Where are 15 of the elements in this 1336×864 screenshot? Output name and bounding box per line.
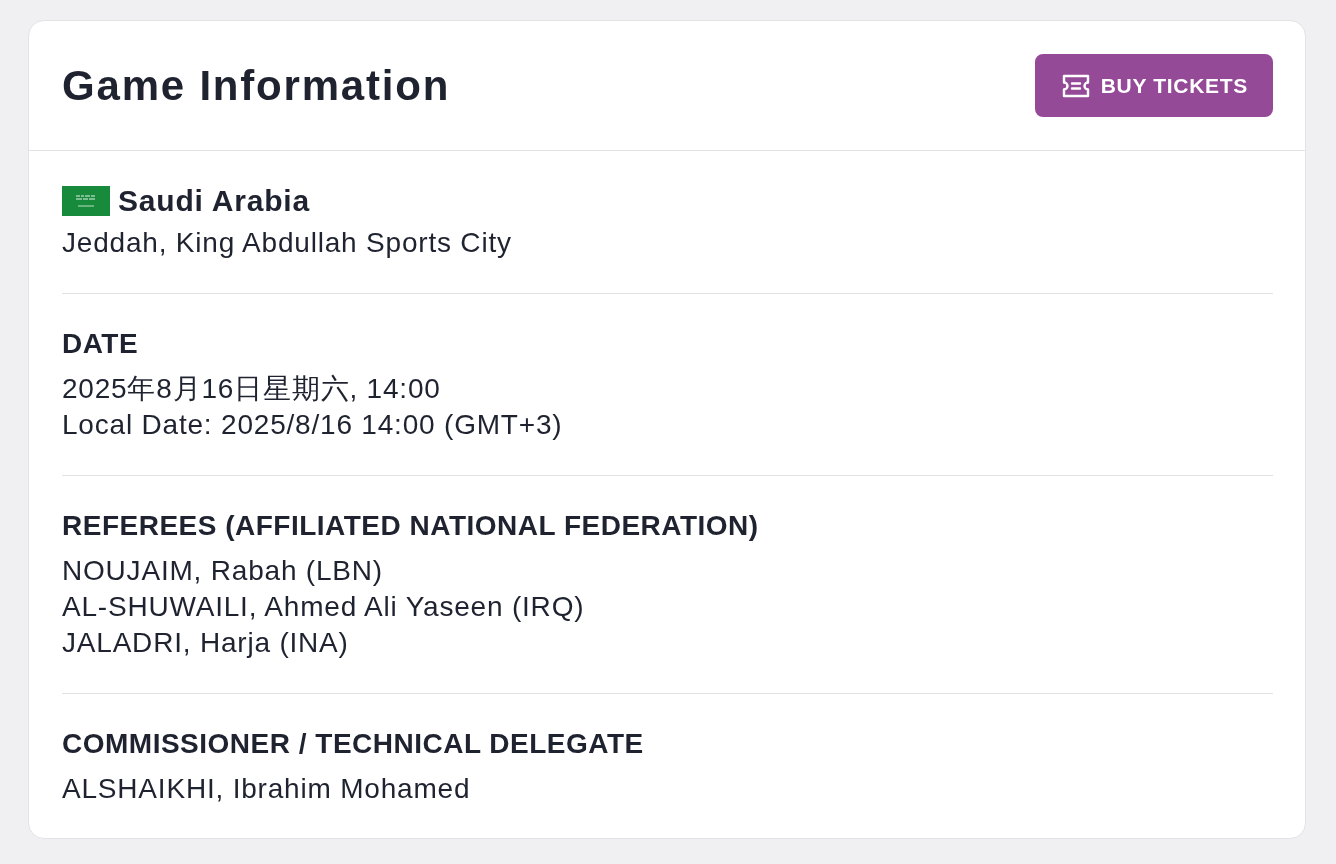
- buy-tickets-button[interactable]: BUY TICKETS: [1034, 54, 1273, 117]
- card-title: Game Information: [62, 61, 451, 110]
- section-heading: REFEREES (AFFILIATED NATIONAL FEDERATION): [62, 509, 760, 543]
- info-line: NOUJAIM, Rabah (LBN): [62, 554, 384, 588]
- info-line: 2025年8月16日星期六, 14:00: [62, 372, 442, 406]
- flag-icon: [62, 186, 110, 216]
- section-heading: DATE: [62, 327, 140, 361]
- country-name: Saudi Arabia: [118, 184, 310, 218]
- info-line: AL-SHUWAILI, Ahmed Ali Yaseen (IRQ): [62, 590, 586, 624]
- ticket-icon: [1061, 72, 1090, 99]
- info-line: JALADRI, Harja (INA): [62, 626, 350, 660]
- info-line: ALSHAIKHI, Ibrahim Mohamed: [62, 772, 472, 806]
- info-line: Local Date: 2025/8/16 14:00 (GMT+3): [62, 408, 564, 442]
- venue-location: Jeddah, King Abdullah Sports City: [62, 226, 513, 260]
- section-heading: COMMISSIONER / TECHNICAL DELEGATE: [62, 727, 645, 761]
